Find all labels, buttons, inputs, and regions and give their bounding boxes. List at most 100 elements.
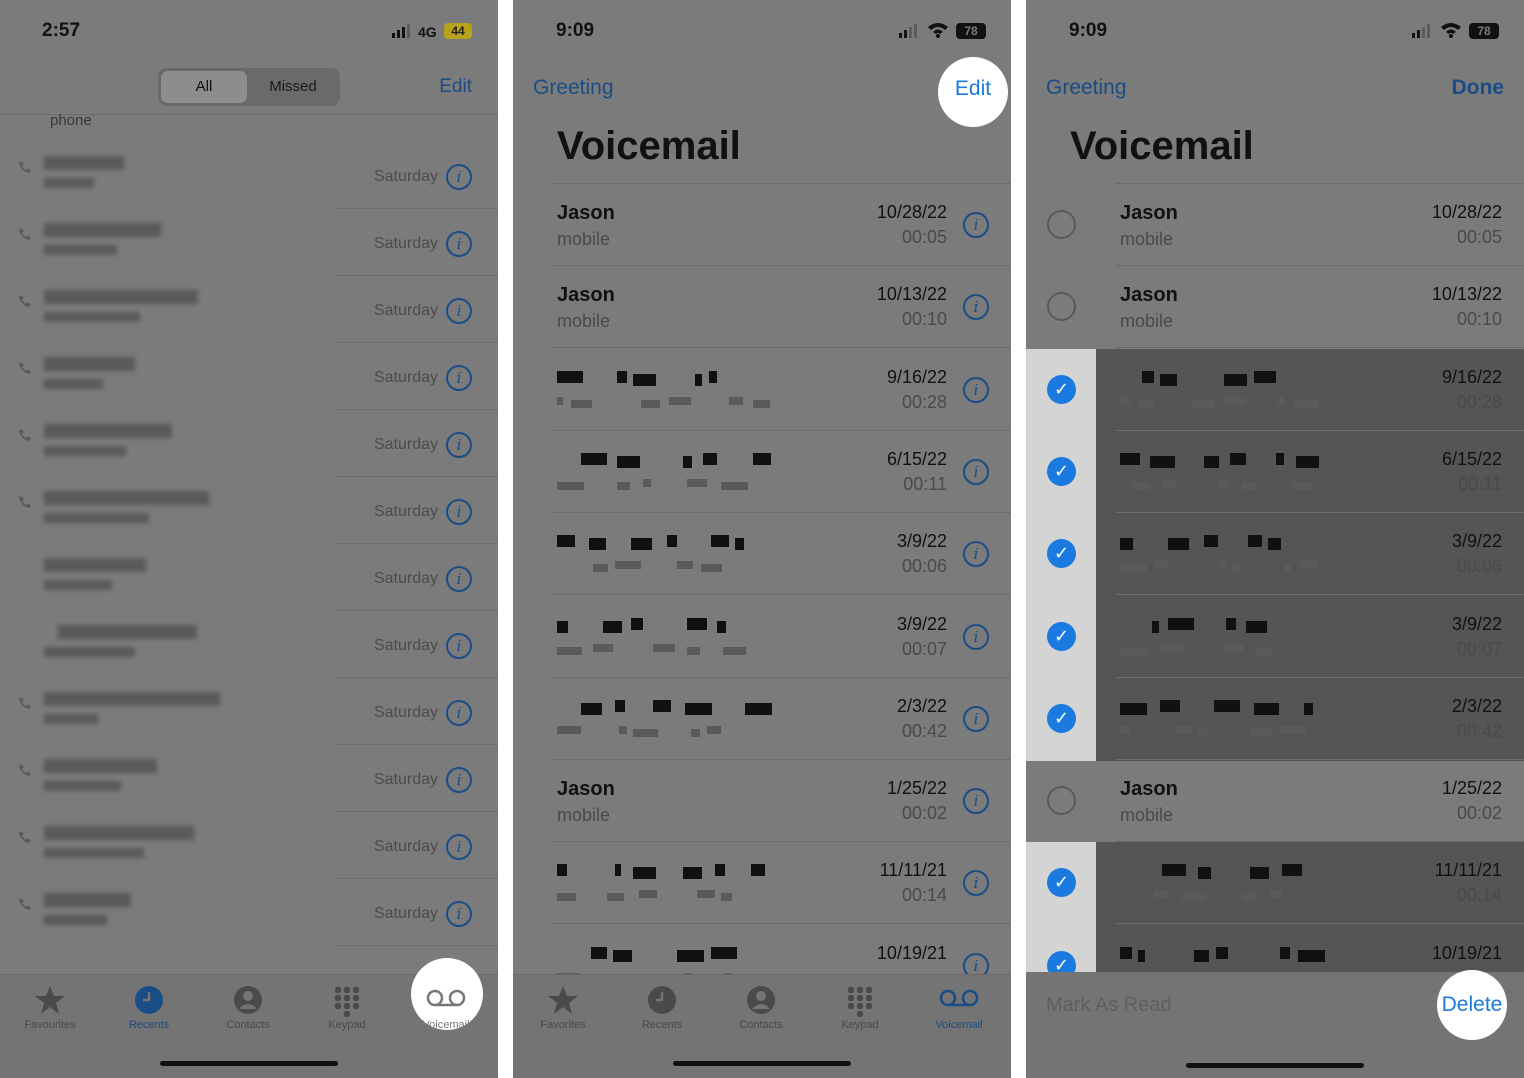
info-icon[interactable]: i <box>446 231 472 257</box>
voicemail-row[interactable]: 3/9/22 00:07 i <box>513 596 1011 678</box>
checkmark-icon[interactable]: ✓ <box>1047 703 1076 733</box>
tab-voicemail[interactable]: Voicemail <box>401 983 491 1031</box>
recents-row[interactable]: Saturday i <box>0 477 498 544</box>
voicemail-row[interactable]: Jason mobile 10/13/22 00:10 <box>1026 266 1524 349</box>
voicemail-row[interactable]: 9/16/22 00:28 ✓ <box>1026 348 1524 432</box>
redacted-block <box>653 643 675 652</box>
recents-row[interactable]: Saturday i <box>0 544 498 611</box>
info-icon[interactable]: i <box>446 164 472 190</box>
segment-all[interactable]: All <box>161 71 247 103</box>
voicemail-duration: 00:06 <box>1456 556 1502 577</box>
edit-button[interactable]: Edit <box>439 76 472 98</box>
info-icon[interactable]: i <box>446 298 472 324</box>
tab-favourites[interactable]: Favourites <box>5 983 95 1031</box>
voicemail-row[interactable]: 9/16/22 00:28 i <box>513 349 1011 431</box>
recents-row[interactable]: Saturday i <box>0 611 498 678</box>
mark-as-read-button[interactable]: Mark As Read <box>1046 994 1172 1017</box>
info-icon[interactable]: i <box>963 458 989 485</box>
tab-favorites[interactable]: Favorites <box>518 983 608 1031</box>
voicemail-row[interactable]: 2/3/22 00:42 ✓ <box>1026 677 1524 761</box>
tab-recents[interactable]: Recents <box>104 983 194 1031</box>
info-icon[interactable]: i <box>963 788 989 815</box>
info-icon[interactable]: i <box>446 633 472 659</box>
info-icon[interactable]: i <box>963 212 989 238</box>
tab-keypad[interactable]: Keypad <box>815 983 905 1031</box>
clock-icon <box>135 986 163 1014</box>
voicemail-date: 10/19/21 <box>876 942 947 963</box>
redacted-block <box>617 370 627 383</box>
redacted-block <box>1162 478 1176 487</box>
info-icon[interactable]: i <box>963 623 989 650</box>
checkmark-icon[interactable]: ✓ <box>1047 539 1076 569</box>
voicemail-row[interactable]: 6/15/22 00:11 ✓ <box>1026 430 1524 514</box>
voicemail-date: 10/28/22 <box>876 202 947 222</box>
info-icon[interactable]: i <box>446 901 472 927</box>
info-icon[interactable]: i <box>963 541 989 568</box>
info-icon[interactable]: i <box>446 499 472 525</box>
voicemail-row[interactable]: 3/9/22 00:06 i <box>513 513 1011 596</box>
checkmark-icon[interactable]: ✓ <box>1047 374 1076 404</box>
edit-button[interactable]: Edit <box>938 77 1008 101</box>
info-icon[interactable]: i <box>963 870 989 897</box>
voicemail-row[interactable]: 3/9/22 00:06 ✓ <box>1026 513 1524 597</box>
tab-keypad[interactable]: Keypad <box>302 983 392 1031</box>
recents-row[interactable]: Saturday i <box>0 410 498 477</box>
done-button[interactable]: Done <box>1452 76 1505 100</box>
recents-row[interactable]: Saturday i <box>0 879 498 946</box>
info-icon[interactable]: i <box>446 700 472 726</box>
voicemail-duration: 00:28 <box>1456 391 1502 412</box>
redacted-block <box>639 890 657 899</box>
redacted-block <box>1120 646 1147 655</box>
voicemail-row[interactable]: 6/15/22 00:11 i <box>513 431 1011 513</box>
recents-row[interactable]: Saturday i <box>0 678 498 745</box>
unselected-radio-icon[interactable] <box>1047 292 1076 322</box>
checkmark-icon[interactable]: ✓ <box>1047 456 1076 486</box>
greeting-button[interactable]: Greeting <box>533 76 614 100</box>
redacted-block <box>631 538 652 551</box>
delete-button[interactable]: Delete <box>1437 993 1507 1017</box>
checkmark-icon[interactable]: ✓ <box>1047 621 1076 651</box>
info-icon[interactable]: i <box>446 365 472 391</box>
voicemail-row[interactable]: 3/9/22 00:07 ✓ <box>1026 595 1524 679</box>
selected-row-highlight <box>1096 430 1524 514</box>
voicemail-row[interactable]: Jason mobile 1/25/22 00:02 <box>1026 760 1524 843</box>
unselected-radio-icon[interactable] <box>1047 786 1076 816</box>
tab-contacts[interactable]: Contacts <box>716 983 806 1031</box>
voicemail-row[interactable]: Jason mobile 1/25/22 00:02 i <box>513 760 1011 843</box>
unselected-radio-icon[interactable] <box>1047 210 1076 239</box>
info-icon[interactable]: i <box>446 432 472 458</box>
info-icon[interactable]: i <box>963 705 989 732</box>
person-circle-icon <box>234 986 262 1014</box>
voicemail-date: 6/15/22 <box>886 448 947 469</box>
voicemail-row[interactable]: 11/11/21 00:14 i <box>513 842 1011 925</box>
tab-contacts[interactable]: Contacts <box>203 983 293 1031</box>
voicemail-row[interactable]: Jason mobile 10/28/22 00:05 <box>1026 184 1524 266</box>
voicemail-date: 9/16/22 <box>1441 366 1502 387</box>
info-icon[interactable]: i <box>446 834 472 860</box>
redacted-block <box>1182 893 1205 902</box>
segment-missed[interactable]: Missed <box>250 71 336 103</box>
voicemail-row[interactable]: Jason mobile 10/13/22 00:10 i <box>513 266 1011 349</box>
redacted-block <box>709 370 717 383</box>
voicemail-row[interactable]: 2/3/22 00:42 i <box>513 678 1011 760</box>
voicemail-row[interactable]: Jason mobile 10/28/22 00:05 i <box>513 184 1011 266</box>
recents-row[interactable]: Saturday i <box>0 142 498 209</box>
info-icon[interactable]: i <box>446 767 472 793</box>
info-icon[interactable]: i <box>963 294 989 321</box>
recents-row[interactable]: Saturday i <box>0 209 498 276</box>
recents-row[interactable]: Saturday i <box>0 812 498 879</box>
outgoing-call-icon <box>19 429 31 441</box>
redacted-block <box>1282 864 1302 877</box>
tab-voicemail[interactable]: Voicemail <box>914 983 1004 1031</box>
tab-label: Favourites <box>24 1019 76 1031</box>
info-icon[interactable]: i <box>963 376 989 403</box>
redacted-block <box>593 643 613 652</box>
greeting-button[interactable]: Greeting <box>1046 76 1127 100</box>
voicemail-duration: 00:11 <box>903 473 947 494</box>
recents-row[interactable]: Saturday i <box>0 276 498 343</box>
info-icon[interactable]: i <box>446 566 472 592</box>
recents-row[interactable]: Saturday i <box>0 343 498 410</box>
tab-recents[interactable]: Recents <box>617 983 707 1031</box>
recents-row[interactable]: Saturday i <box>0 745 498 812</box>
voicemail-row[interactable]: 11/11/21 00:14 ✓ <box>1026 842 1524 926</box>
